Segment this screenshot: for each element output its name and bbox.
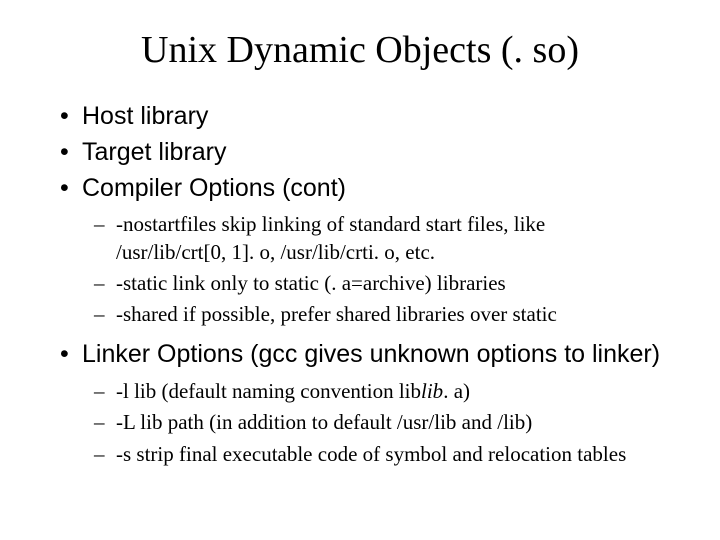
bullet-compiler-options: Compiler Options (cont) -nostartfiles sk… (82, 172, 700, 329)
bullet-host-library: Host library (82, 100, 700, 134)
subbullet-l-lib-text-c: . a) (443, 379, 470, 403)
subbullet-shared: -shared if possible, prefer shared libra… (116, 301, 700, 328)
slide: Unix Dynamic Objects (. so) Host library… (0, 0, 720, 540)
subbullet-nostartfiles-text-a: -nostartfiles skip linking of standard s… (116, 212, 545, 236)
subbullet-l-path: -L lib path (in addition to default /usr… (116, 409, 700, 436)
compiler-options-sublist: -nostartfiles skip linking of standard s… (82, 211, 700, 328)
subbullet-static: -static link only to static (. a=archive… (116, 270, 700, 297)
subbullet-l-lib: -l lib (default naming convention liblib… (116, 378, 700, 405)
subbullet-l-lib-text-a: -l lib (default naming convention lib (116, 379, 421, 403)
subbullet-s-strip: -s strip final executable code of symbol… (116, 441, 700, 468)
linker-options-sublist: -l lib (default naming convention liblib… (82, 378, 700, 468)
subbullet-nostartfiles: -nostartfiles skip linking of standard s… (116, 211, 700, 266)
bullet-target-library: Target library (82, 136, 700, 170)
bullet-list: Host library Target library Compiler Opt… (20, 100, 700, 468)
slide-title: Unix Dynamic Objects (. so) (20, 28, 700, 72)
bullet-linker-options-label: Linker Options (gcc gives unknown option… (82, 340, 660, 368)
bullet-linker-options: Linker Options (gcc gives unknown option… (82, 338, 700, 468)
bullet-compiler-options-label: Compiler Options (cont) (82, 174, 346, 202)
subbullet-nostartfiles-text-b: /usr/lib/crt[0, 1]. o, /usr/lib/crti. o,… (116, 240, 435, 264)
subbullet-l-lib-italic: lib (421, 379, 443, 403)
